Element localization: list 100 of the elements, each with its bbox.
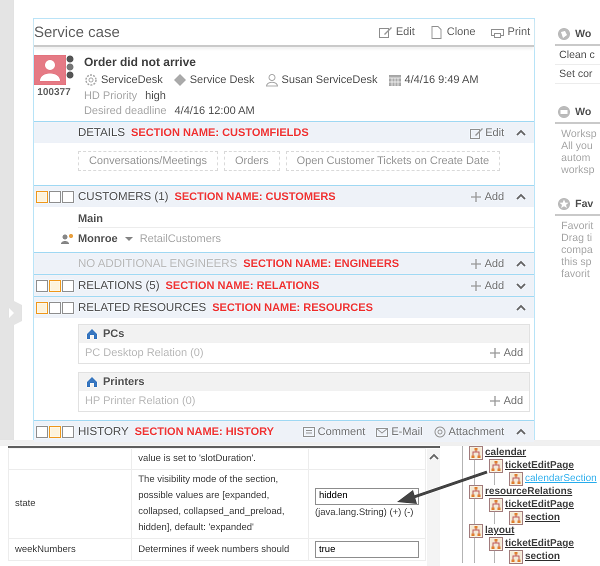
section-title: RELATIONS (5)	[78, 280, 160, 292]
layout-toggle[interactable]	[48, 280, 61, 292]
layout-toggle[interactable]	[36, 280, 48, 292]
edit-button[interactable]: Edit	[378, 25, 415, 39]
tree-node[interactable]: resourceRelations	[485, 486, 572, 497]
tree-node[interactable]: section	[525, 512, 560, 523]
ticket-meta: Susan ServiceDesk	[282, 74, 378, 86]
scrollbar[interactable]	[427, 448, 440, 566]
panel-text: Favorit	[561, 220, 594, 232]
ticket-meta: Service Desk	[190, 74, 254, 86]
panel-title: Fav	[575, 198, 594, 210]
list-item[interactable]: Set cor	[555, 65, 600, 84]
property-name: state	[8, 470, 132, 538]
layout-toggle[interactable]	[48, 302, 61, 314]
house-icon	[84, 375, 99, 389]
panel-text: autom	[561, 152, 592, 164]
section-annotation: SECTION NAME: CUSTOMERS	[174, 190, 337, 202]
section-annotation: SECTION NAME: RELATIONS	[166, 280, 320, 292]
clone-icon	[428, 25, 443, 39]
layout-toggle[interactable]	[36, 190, 48, 202]
tree-node[interactable]: ticketEditPage	[505, 538, 574, 549]
edit-button[interactable]: Edit	[469, 126, 504, 140]
tree-node[interactable]: layout	[485, 525, 514, 536]
group-label: Main	[78, 213, 534, 228]
tree-node-icon	[509, 472, 523, 486]
person-icon	[264, 73, 278, 87]
tree-node-icon	[469, 524, 483, 538]
add-button[interactable]: Add	[488, 346, 524, 360]
group-title: PCs	[102, 328, 124, 340]
layout-toggle[interactable]	[48, 426, 61, 438]
tree-node-icon	[469, 484, 483, 498]
star-icon	[557, 197, 572, 211]
edit-icon	[378, 25, 392, 39]
tree-node-icon	[509, 550, 523, 564]
panel-text: this sp	[561, 256, 593, 268]
diamond-icon	[172, 73, 187, 87]
layout-toggle[interactable]	[36, 302, 48, 314]
tree-node-icon	[489, 458, 503, 472]
type-hint: (java.lang.String) (+) (-)	[315, 506, 414, 518]
tree-node[interactable]: ticketEditPage	[505, 460, 574, 471]
plus-icon	[488, 394, 502, 408]
relation-label: PC Desktop Relation (0)	[84, 347, 204, 359]
tree-node[interactable]: ticketEditPage	[505, 499, 574, 510]
section-annotation: SECTION NAME: ENGINEERS	[243, 258, 400, 270]
attachment-button[interactable]: Attachment	[432, 424, 504, 438]
relation-label: HP Printer Relation (0)	[84, 395, 196, 407]
field-label: Desired deadline	[84, 105, 167, 117]
edit-icon	[469, 126, 484, 140]
tree-node[interactable]: section	[525, 551, 560, 562]
layout-toggle[interactable]	[48, 190, 61, 202]
section-title: HISTORY	[78, 426, 129, 438]
plus-icon	[488, 346, 502, 360]
add-button[interactable]: Add	[468, 278, 504, 292]
plus-icon	[468, 278, 483, 292]
layout-toggle[interactable]	[62, 302, 74, 314]
layout-toggle[interactable]	[36, 426, 48, 438]
status-badges-icon	[66, 55, 74, 79]
print-button[interactable]: Print	[490, 25, 530, 39]
layout-toggle[interactable]	[62, 190, 74, 202]
layout-toggle[interactable]	[62, 280, 74, 292]
section-annotation: SECTION NAME: HISTORY	[134, 426, 275, 438]
customer-type: RetailCustomers	[140, 233, 221, 245]
tree-node-icon	[489, 536, 503, 550]
plus-icon	[468, 256, 483, 270]
comment-icon	[302, 424, 316, 438]
comment-button[interactable]: Comment	[302, 424, 366, 438]
section-title: NO ADDITIONAL ENGINEERS	[78, 258, 238, 270]
panel-title: Wo	[575, 106, 592, 118]
tree-node-icon	[509, 510, 523, 524]
section-annotation: SECTION NAME: RESOURCES	[212, 302, 374, 314]
field-value: 4/4/16 12:00 AM	[174, 105, 255, 117]
layout-toggle[interactable]	[62, 426, 74, 438]
add-button[interactable]: Add	[468, 256, 504, 270]
gear-icon	[84, 73, 98, 87]
avatar-icon	[34, 55, 66, 85]
group-title: Printers	[102, 376, 145, 388]
ticket-meta: ServiceDesk	[100, 74, 163, 86]
section-title: RELATED RESOURCES	[78, 302, 206, 314]
value-field[interactable]: hidden	[315, 488, 419, 504]
clone-button[interactable]: Clone	[428, 25, 476, 39]
mail-button[interactable]: E-Mail	[375, 424, 423, 438]
field-value: high	[145, 90, 166, 102]
card-title: Service case	[34, 24, 121, 40]
add-button[interactable]: Add	[468, 190, 504, 204]
plus-icon	[468, 190, 483, 204]
section-title: CUSTOMERS (1)	[78, 190, 168, 202]
calendar-icon	[388, 73, 402, 87]
tree-node[interactable]: calendar	[485, 447, 526, 458]
list-item[interactable]: Clean c	[555, 46, 600, 65]
panel-text: All you	[561, 140, 594, 152]
add-button[interactable]: Add	[488, 394, 524, 408]
panel-text: Worksp	[561, 128, 598, 140]
ticket-title: Order did not arrive	[84, 55, 197, 69]
panel-text: compa	[561, 244, 594, 256]
value-field[interactable]: true	[315, 541, 419, 558]
customer-name[interactable]: Monroe	[78, 233, 118, 245]
panel-text: worksp	[561, 164, 596, 176]
property-description: value is set to 'slotDuration'.	[132, 448, 308, 470]
property-name: weekNumbers	[8, 538, 132, 560]
section-annotation: SECTION NAME: CUSTOMFIELDS	[131, 126, 310, 138]
